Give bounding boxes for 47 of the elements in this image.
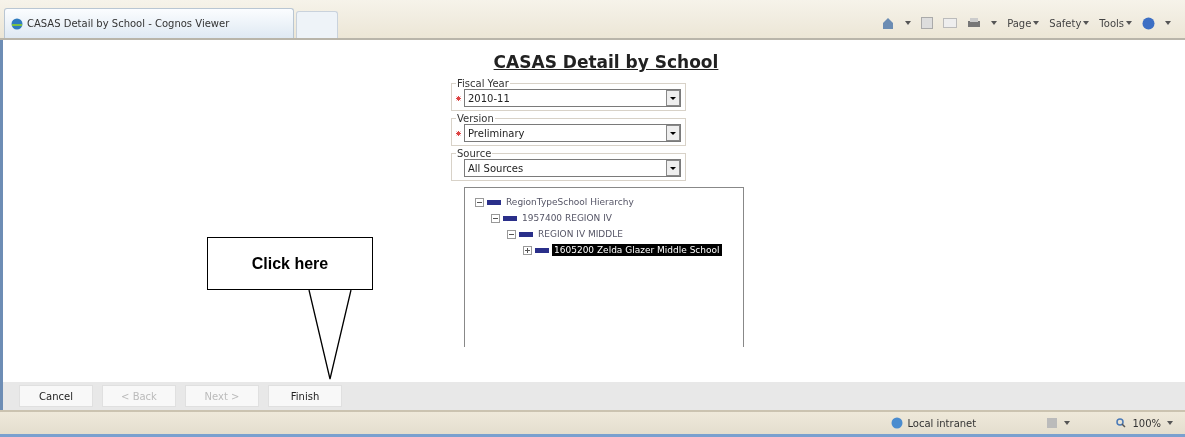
node-icon: [503, 215, 517, 221]
prompt-label: Source: [456, 148, 493, 159]
dropdown[interactable]: All Sources: [464, 159, 681, 177]
expand-icon[interactable]: [523, 245, 532, 255]
browser-icon: [11, 17, 23, 30]
printer-icon[interactable]: [967, 17, 982, 29]
tab-title: CASAS Detail by School - Cognos Viewer: [27, 18, 230, 29]
prompt-label: Version: [456, 113, 495, 124]
wizard-button[interactable]: Finish: [268, 385, 342, 407]
node-icon: [487, 199, 501, 205]
caret-icon: [1167, 421, 1173, 425]
caret-icon: [1126, 21, 1132, 25]
toolbar-menu[interactable]: Safety: [1049, 17, 1090, 29]
dropdown-value: All Sources: [468, 162, 524, 174]
tree-item[interactable]: RegionTypeSchool Hierarchy: [504, 196, 636, 208]
required-mark-icon: [456, 130, 461, 136]
caret-icon: [991, 21, 998, 25]
dropdown[interactable]: 2010-11: [464, 89, 681, 107]
tree-item[interactable]: 1605200 Zelda Glazer Middle School: [552, 244, 722, 256]
dropdown[interactable]: Preliminary: [464, 124, 681, 142]
wizard-button[interactable]: Cancel: [19, 385, 93, 407]
zoom-level[interactable]: 100%: [1132, 417, 1161, 429]
magnifier-icon: [1116, 418, 1127, 428]
home-icon[interactable]: [881, 16, 896, 30]
zone-label: Local intranet: [907, 417, 977, 429]
caret-icon: [1165, 21, 1171, 25]
collapse-icon[interactable]: [475, 197, 484, 207]
caret-icon: [1033, 21, 1040, 25]
caret-icon: [1064, 421, 1071, 425]
browser-tab[interactable]: CASAS Detail by School - Cognos Viewer: [4, 8, 294, 38]
toolbar-menu[interactable]: Tools: [1099, 17, 1132, 29]
report-title: CASAS Detail by School: [493, 52, 719, 72]
caret-icon: [905, 21, 912, 25]
tree-item[interactable]: REGION IV MIDDLE: [536, 228, 625, 240]
tree-item[interactable]: 1957400 REGION IV: [520, 212, 614, 224]
collapse-icon[interactable]: [507, 229, 516, 239]
dropdown-value: Preliminary: [468, 127, 525, 139]
node-icon: [519, 231, 533, 237]
feed-icon[interactable]: [921, 17, 934, 29]
toolbar-menu[interactable]: Page: [1007, 17, 1040, 29]
collapse-icon[interactable]: [491, 213, 500, 223]
help-icon[interactable]: [1142, 16, 1155, 30]
caret-icon: [1083, 21, 1090, 25]
required-mark-icon: [456, 95, 461, 101]
prompt-label: Fiscal Year: [456, 78, 510, 89]
dropdown-value: 2010-11: [468, 92, 510, 104]
node-icon: [535, 247, 549, 253]
